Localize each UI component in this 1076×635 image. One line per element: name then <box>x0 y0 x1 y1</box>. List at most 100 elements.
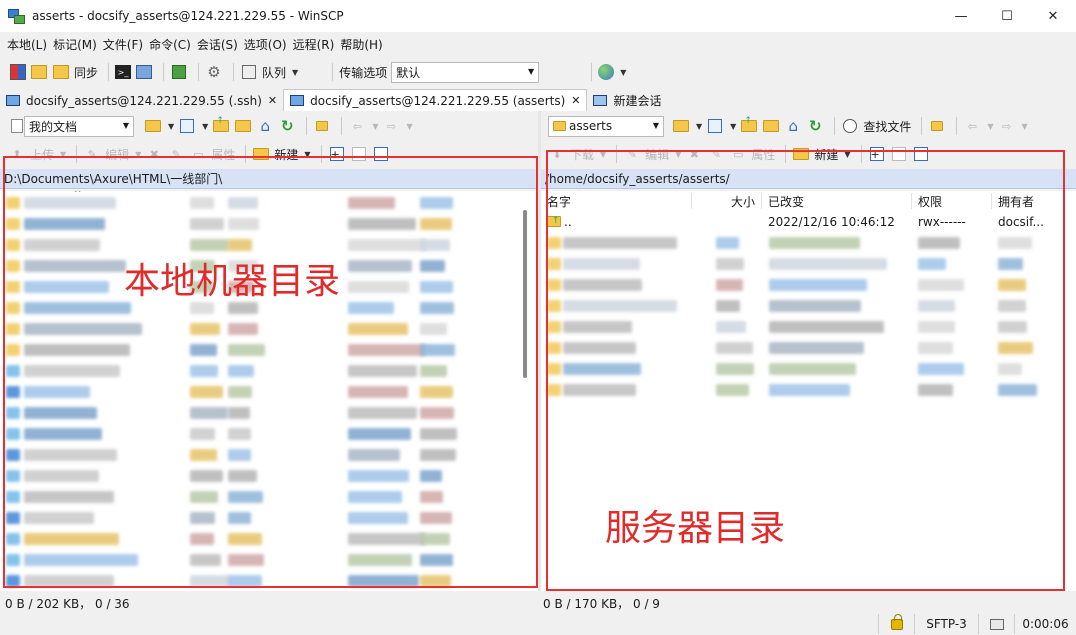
delete-icon[interactable]: ✖ <box>685 145 703 163</box>
tab-asserts[interactable]: docsify_asserts@124.221.229.55 (asserts)… <box>283 89 588 111</box>
tree-icon[interactable] <box>313 117 331 135</box>
column-owner[interactable]: 拥有者 <box>998 193 1034 210</box>
rename-icon[interactable]: ✎ <box>707 145 725 163</box>
column-name[interactable]: 名字 <box>547 193 571 210</box>
terminal-icon[interactable]: >_ <box>115 65 132 79</box>
menu-session[interactable]: 会话(S) <box>197 36 238 53</box>
menu-remote[interactable]: 远程(R) <box>293 36 335 53</box>
parent-folder-icon[interactable] <box>212 117 230 135</box>
chevron-down-icon[interactable]: ▼ <box>135 150 141 159</box>
tree-icon[interactable] <box>928 117 946 135</box>
sync-icon[interactable] <box>52 63 70 81</box>
find-files-icon[interactable] <box>841 117 859 135</box>
close-button[interactable]: ✕ <box>1030 0 1076 32</box>
forward-icon[interactable]: ⇨ <box>382 117 400 135</box>
chevron-down-icon[interactable]: ▼ <box>844 150 850 159</box>
properties-button[interactable]: 属性 <box>751 146 775 163</box>
globe-icon[interactable] <box>598 64 615 80</box>
filter-icon[interactable] <box>706 117 724 135</box>
column-size[interactable]: 大小 <box>731 193 755 210</box>
menu-mark[interactable]: 标记(M) <box>53 36 97 53</box>
properties-icon[interactable]: ▭ <box>729 145 747 163</box>
putty-icon[interactable] <box>135 63 153 81</box>
close-icon[interactable]: ✕ <box>571 94 580 107</box>
select-all-icon[interactable]: + <box>328 145 346 163</box>
new-folder-icon[interactable] <box>792 145 810 163</box>
local-drive-select[interactable]: 我的文档 ▼ <box>24 115 134 137</box>
edit-icon[interactable]: ✎ <box>83 145 101 163</box>
chevron-down-icon[interactable]: ▼ <box>987 122 993 131</box>
local-file-list[interactable]: ^ <box>0 191 538 591</box>
chevron-down-icon[interactable]: ▼ <box>406 122 412 131</box>
column-changed[interactable]: 已改变 <box>768 193 804 210</box>
minimize-button[interactable]: — <box>938 0 984 32</box>
edit-button[interactable]: 编辑 <box>645 146 669 163</box>
chevron-down-icon[interactable]: ▼ <box>202 122 208 131</box>
refresh-icon[interactable]: ↻ <box>278 117 296 135</box>
rename-icon[interactable]: ✎ <box>167 145 185 163</box>
root-folder-icon[interactable] <box>234 117 252 135</box>
properties-button[interactable]: 属性 <box>211 146 235 163</box>
synchronize-browsing-icon[interactable] <box>30 63 48 81</box>
root-folder-icon[interactable] <box>762 117 780 135</box>
filter-select-icon[interactable] <box>372 145 390 163</box>
parent-folder-icon[interactable] <box>740 117 758 135</box>
find-files-button[interactable]: 查找文件 <box>863 118 911 135</box>
maximize-button[interactable]: ☐ <box>984 0 1030 32</box>
queue-icon[interactable] <box>240 63 258 81</box>
chevron-down-icon[interactable]: ▼ <box>675 150 681 159</box>
tab-new-session[interactable]: 新建会话 <box>587 89 667 111</box>
remote-path-bar[interactable]: /home/docsify_asserts/asserts/ <box>541 169 1076 189</box>
open-folder-icon[interactable] <box>144 117 162 135</box>
select-all-icon[interactable]: + <box>868 145 886 163</box>
upload-icon[interactable]: ⬆ <box>8 145 26 163</box>
chevron-down-icon[interactable]: ▼ <box>292 68 298 77</box>
queue-button[interactable]: 队列 <box>262 64 286 81</box>
edit-icon[interactable]: ✎ <box>623 145 641 163</box>
chevron-down-icon[interactable]: ▼ <box>372 122 378 131</box>
panel-splitter[interactable] <box>538 111 541 591</box>
forward-icon[interactable]: ⇨ <box>997 117 1015 135</box>
menu-local[interactable]: 本地(L) <box>7 36 47 53</box>
chevron-down-icon[interactable]: ▼ <box>168 122 174 131</box>
new-button[interactable]: 新建 <box>814 146 838 163</box>
properties-icon[interactable]: ▭ <box>189 145 207 163</box>
chevron-down-icon[interactable]: ▼ <box>600 150 606 159</box>
sync-button[interactable]: 同步 <box>74 64 98 81</box>
menu-options[interactable]: 选项(O) <box>244 36 287 53</box>
close-icon[interactable]: ✕ <box>268 94 277 107</box>
encryption-status[interactable] <box>878 613 914 634</box>
back-icon[interactable]: ⇦ <box>348 117 366 135</box>
filter-icon[interactable] <box>178 117 196 135</box>
compare-icon[interactable] <box>10 64 26 80</box>
open-folder-icon[interactable] <box>672 117 690 135</box>
refresh-icon[interactable]: ↻ <box>806 117 824 135</box>
table-row[interactable]: .. 2022/12/16 10:46:12 rwx------ docsif.… <box>541 212 1076 233</box>
network-icon[interactable] <box>978 614 1014 634</box>
home-icon[interactable]: ⌂ <box>784 117 802 135</box>
local-scrollbar[interactable] <box>523 210 527 378</box>
chevron-down-icon[interactable]: ▼ <box>696 122 702 131</box>
local-path-bar[interactable]: D:\Documents\Axure\HTML\一线部门\ <box>0 169 538 189</box>
new-window-icon[interactable] <box>170 63 188 81</box>
upload-button[interactable]: 上传 <box>30 146 54 163</box>
delete-icon[interactable]: ✖ <box>145 145 163 163</box>
download-icon[interactable]: ⬇ <box>548 145 566 163</box>
back-icon[interactable]: ⇦ <box>963 117 981 135</box>
filter-select-icon[interactable] <box>912 145 930 163</box>
download-button[interactable]: 下载 <box>570 146 594 163</box>
chevron-down-icon[interactable]: ▼ <box>60 150 66 159</box>
unselect-icon[interactable] <box>890 145 908 163</box>
menu-help[interactable]: 帮助(H) <box>340 36 382 53</box>
remote-dir-select[interactable]: asserts ▼ <box>548 115 664 137</box>
menu-files[interactable]: 文件(F) <box>103 36 143 53</box>
chevron-down-icon[interactable]: ▼ <box>620 68 626 77</box>
chevron-down-icon[interactable]: ▼ <box>1021 122 1027 131</box>
home-icon[interactable]: ⌂ <box>256 117 274 135</box>
column-rights[interactable]: 权限 <box>918 193 942 210</box>
new-button[interactable]: 新建 <box>274 146 298 163</box>
gear-icon[interactable]: ⚙ <box>205 63 223 81</box>
chevron-down-icon[interactable]: ▼ <box>304 150 310 159</box>
menu-commands[interactable]: 命令(C) <box>149 36 191 53</box>
unselect-icon[interactable] <box>350 145 368 163</box>
